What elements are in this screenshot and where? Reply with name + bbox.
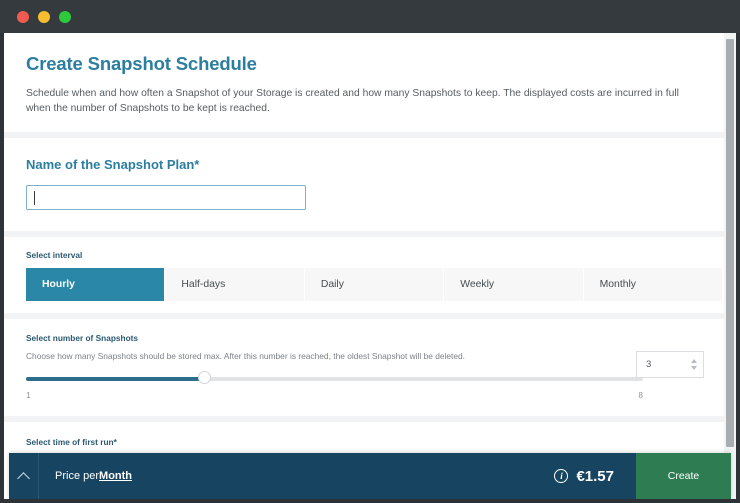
scrollbar-thumb[interactable] xyxy=(726,39,734,447)
page-scrollbar[interactable] xyxy=(724,33,736,499)
snapshot-count-card: Select number of Snapshots Choose how ma… xyxy=(4,319,726,416)
page-description: Schedule when and how often a Snapshot o… xyxy=(26,88,679,114)
page-title: Create Snapshot Schedule xyxy=(26,53,257,74)
snapshot-name-input[interactable] xyxy=(26,185,306,210)
interval-card: Select interval Hourly Half-days Daily W… xyxy=(4,237,726,313)
interval-tab-half-days[interactable]: Half-days xyxy=(165,268,305,301)
slider-fill xyxy=(26,377,204,381)
window-controls xyxy=(17,11,71,23)
snapshot-count-value[interactable]: 3 xyxy=(637,359,685,370)
chevron-up-icon xyxy=(17,471,30,485)
price-prefix-text: Price per xyxy=(55,470,100,482)
price-period-label: Price per Month xyxy=(39,453,554,499)
collapse-footer-button[interactable] xyxy=(9,453,39,499)
slider-scale: 1 8 xyxy=(26,390,643,402)
maximize-window-button[interactable] xyxy=(59,11,71,23)
minimize-window-button[interactable] xyxy=(38,11,50,23)
interval-tab-weekly[interactable]: Weekly xyxy=(444,268,584,301)
snapshot-count-stepper[interactable]: 3 xyxy=(636,351,704,378)
header-card: Create Snapshot Schedule Schedule when a… xyxy=(4,33,726,132)
chevron-down-icon[interactable] xyxy=(691,366,697,370)
text-caret xyxy=(34,191,35,205)
create-button[interactable]: Create xyxy=(636,453,731,499)
interval-tab-hourly[interactable]: Hourly xyxy=(26,268,166,301)
snapshot-count-help: Choose how many Snapshots should be stor… xyxy=(26,351,466,361)
first-run-label: Select time of first run* xyxy=(26,437,117,447)
interval-tab-monthly[interactable]: Monthly xyxy=(583,268,723,301)
info-icon[interactable]: i xyxy=(554,469,569,483)
snapshot-count-slider[interactable] xyxy=(26,371,643,384)
slider-max-label: 8 xyxy=(638,390,643,400)
snapshot-count-label: Select number of Snapshots xyxy=(26,333,139,343)
snapshot-name-label: Name of the Snapshot Plan* xyxy=(26,157,200,172)
interval-tab-daily[interactable]: Daily xyxy=(304,268,445,301)
interval-label: Select interval xyxy=(26,250,83,260)
page-content: Create Snapshot Schedule Schedule when a… xyxy=(4,33,726,499)
browser-viewport: Create Snapshot Schedule Schedule when a… xyxy=(4,33,734,499)
app-window: Create Snapshot Schedule Schedule when a… xyxy=(0,0,740,503)
snapshot-name-card: Name of the Snapshot Plan* xyxy=(4,138,726,231)
price-amount-group: i €1.57 xyxy=(554,453,636,499)
window-titlebar xyxy=(0,0,740,33)
close-window-button[interactable] xyxy=(17,11,29,23)
price-amount-value: €1.57 xyxy=(576,467,614,485)
interval-tab-group: Hourly Half-days Daily Weekly Monthly xyxy=(26,268,723,301)
chevron-up-icon[interactable] xyxy=(691,359,697,363)
stepper-buttons xyxy=(685,352,703,377)
price-footer-bar: Price per Month i €1.57 Create xyxy=(9,453,731,499)
slider-thumb[interactable] xyxy=(198,371,211,384)
price-period-text[interactable]: Month xyxy=(99,470,132,482)
slider-min-label: 1 xyxy=(26,390,31,400)
